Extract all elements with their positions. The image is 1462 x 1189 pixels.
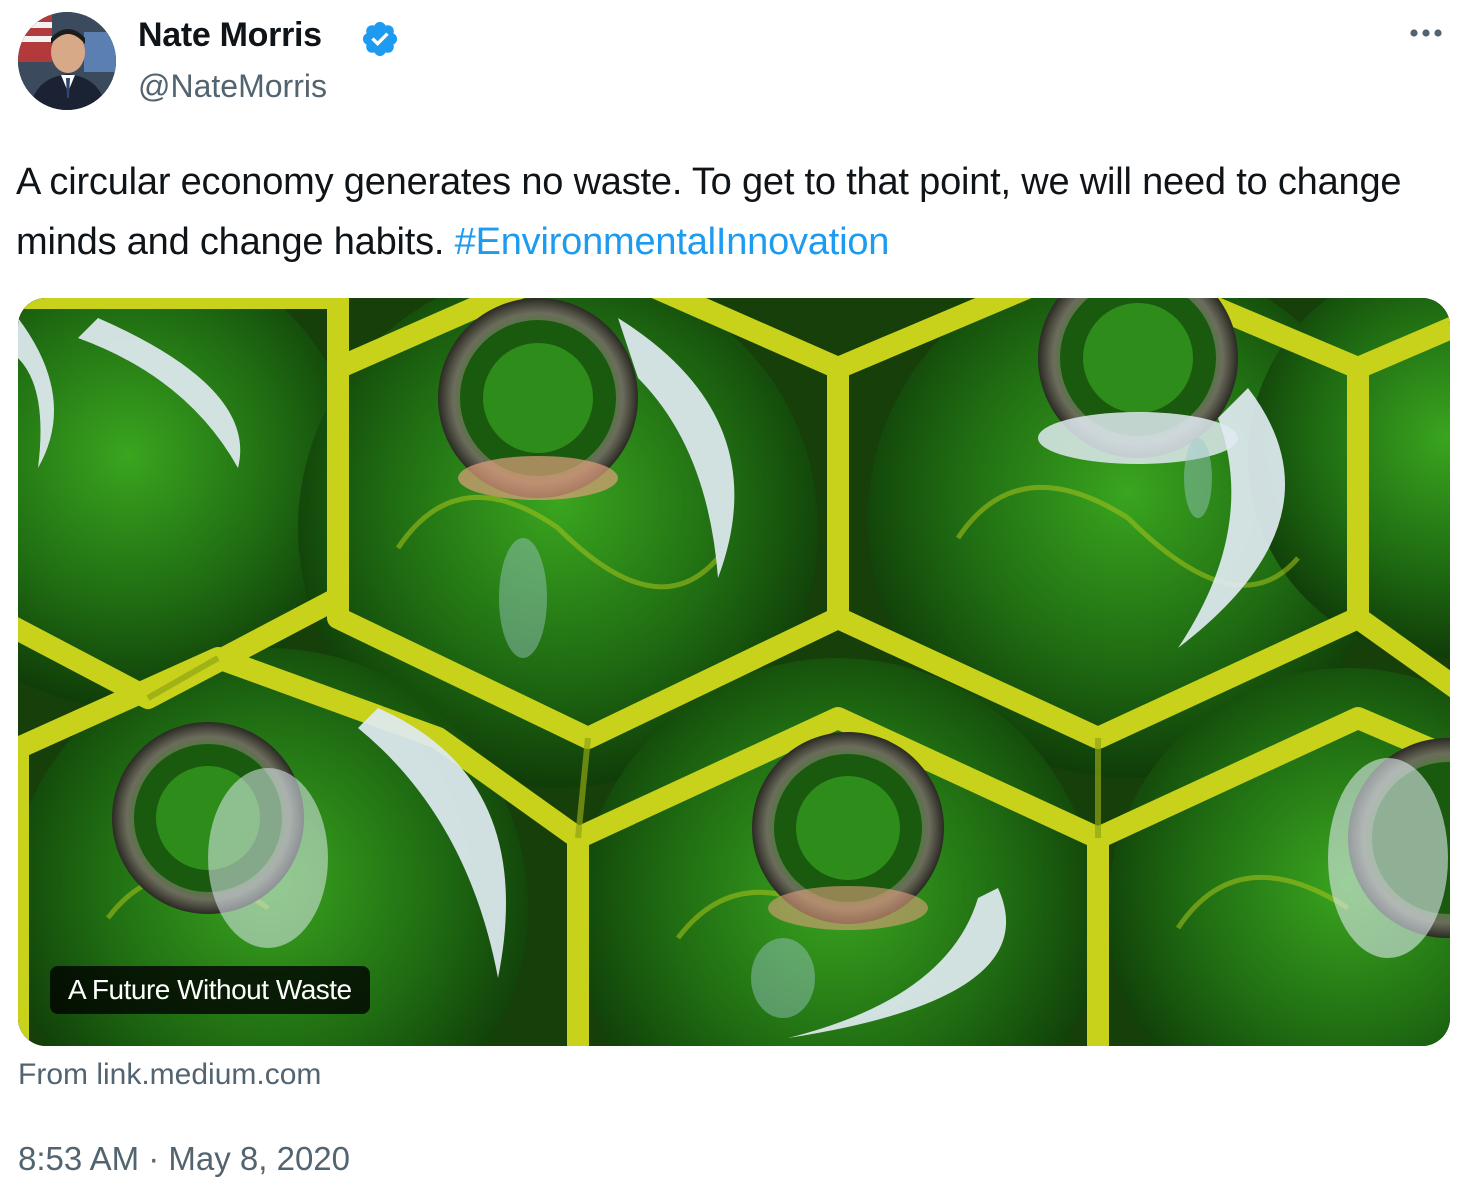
card-source-link[interactable]: From link.medium.com [18, 1058, 321, 1092]
tweet-timestamp[interactable]: 8:53 AM · May 8, 2020 [18, 1140, 350, 1178]
hashtag-link[interactable]: #EnvironmentalInnovation [455, 221, 890, 263]
author-name[interactable]: Nate Morris [138, 16, 322, 55]
verified-badge-icon [362, 21, 398, 57]
tweet-text: A circular economy generates no waste. T… [16, 152, 1451, 272]
author-handle[interactable]: @NateMorris [138, 68, 327, 105]
avatar[interactable] [18, 12, 116, 110]
more-options-icon[interactable] [1406, 18, 1446, 48]
link-card-image[interactable] [18, 298, 1450, 1046]
card-title[interactable]: A Future Without Waste [50, 966, 370, 1014]
